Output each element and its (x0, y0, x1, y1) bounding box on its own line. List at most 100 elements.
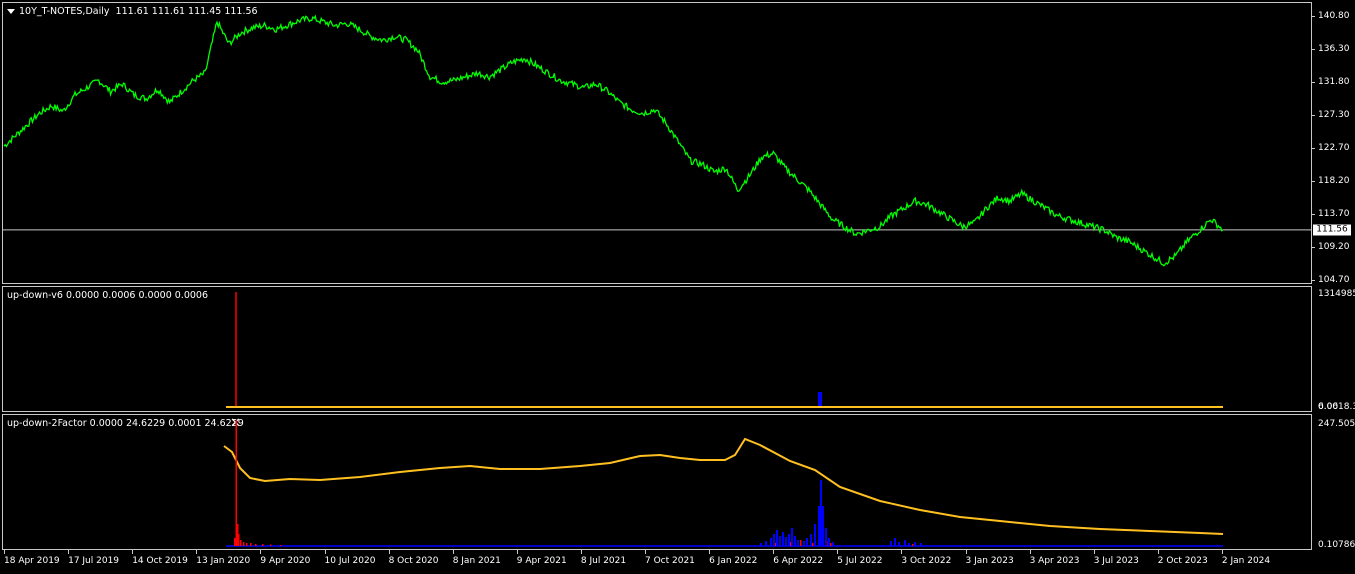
x-tick-mark (68, 550, 70, 554)
x-tick-mark (132, 550, 134, 554)
x-tick-mark (452, 550, 454, 554)
histogram-bar (818, 506, 820, 546)
x-tick-label: 3 Jul 2023 (1093, 556, 1139, 566)
y-tick-mark (1311, 148, 1315, 149)
y-tick-mark (1311, 115, 1315, 116)
x-tick-label: 14 Oct 2019 (132, 556, 188, 566)
x-tick-label: 3 Oct 2022 (901, 556, 952, 566)
y-tick-label: 136.30 (1318, 44, 1350, 54)
x-tick-mark (901, 550, 903, 554)
y-tick-label: 118.20 (1318, 176, 1350, 186)
x-tick-mark (388, 550, 390, 554)
x-tick-mark (580, 550, 582, 554)
x-tick-label: 17 Jul 2019 (68, 556, 120, 566)
price-series-line (3, 14, 1224, 267)
x-tick-mark (1221, 550, 1223, 554)
histogram-bar (830, 543, 832, 546)
ind2-orange-line (223, 437, 1224, 535)
histogram-bar (810, 534, 812, 546)
ind2-blue-histogram (760, 480, 922, 546)
histogram-bar (240, 540, 242, 546)
x-tick-mark (324, 550, 326, 554)
x-tick-mark (1157, 550, 1159, 554)
x-tick-mark (4, 550, 5, 554)
ind2-y-top: 247.5051 (1318, 419, 1355, 429)
histogram-bar (822, 506, 824, 546)
histogram-bar (270, 544, 272, 546)
histogram-bar (898, 542, 900, 546)
ind1-blue-bar (818, 392, 822, 408)
histogram-bar (782, 532, 784, 546)
histogram-bar (235, 420, 237, 546)
histogram-bar (803, 541, 805, 546)
histogram-bar (800, 540, 802, 546)
x-tick-label: 8 Jan 2021 (452, 556, 501, 566)
y-tick-label: 113.70 (1318, 209, 1350, 219)
y-tick-mark (1311, 247, 1315, 248)
histogram-bar (776, 530, 778, 546)
histogram-bar (760, 543, 762, 546)
x-tick-mark (1093, 550, 1095, 554)
histogram-bar (812, 543, 814, 546)
histogram-bar (791, 528, 793, 546)
histogram-bar (779, 536, 781, 546)
histogram-bar (912, 544, 914, 546)
histogram-bar (765, 541, 767, 546)
x-tick-label: 5 Jul 2022 (837, 556, 883, 566)
y-tick-label: 122.70 (1318, 143, 1350, 153)
x-tick-label: 18 Apr 2019 (4, 556, 60, 566)
y-tick-label: 109.20 (1318, 242, 1350, 252)
x-tick-label: 10 Jul 2020 (324, 556, 376, 566)
x-tick-mark (965, 550, 967, 554)
x-tick-mark (837, 550, 839, 554)
histogram-bar (825, 528, 827, 546)
x-tick-mark (260, 550, 262, 554)
ind1-y-bottom-b: 0.00 (1318, 402, 1339, 412)
histogram-bar (920, 543, 922, 546)
y-tick-label: 127.30 (1318, 110, 1350, 120)
x-tick-mark (709, 550, 711, 554)
x-tick-label: 6 Jan 2022 (709, 556, 758, 566)
histogram-bar (806, 538, 808, 546)
histogram-bar (832, 542, 834, 546)
ind2-y-bottom: 0.10786 (1318, 540, 1355, 550)
histogram-bar (262, 544, 264, 546)
y-tick-mark (1311, 181, 1315, 182)
histogram-bar (280, 545, 282, 546)
x-tick-label: 9 Apr 2021 (516, 556, 567, 566)
chart-plot-svg (3, 14, 1311, 547)
x-tick-mark (516, 550, 518, 554)
x-tick-mark (645, 550, 646, 554)
y-tick-mark (1311, 214, 1315, 215)
histogram-bar (797, 540, 799, 546)
y-tick-mark (1311, 49, 1315, 50)
x-tick-label: 2 Jan 2024 (1221, 556, 1271, 566)
histogram-bar (908, 543, 910, 546)
y-tick-mark (1311, 82, 1315, 83)
histogram-bar (890, 541, 892, 546)
histogram-bar (250, 543, 252, 546)
histogram-bar (788, 534, 790, 546)
x-tick-mark (1029, 550, 1031, 554)
y-tick-mark (1311, 280, 1315, 281)
x-tick-label: 7 Oct 2021 (645, 556, 695, 566)
x-tick-label: 2 Oct 2023 (1157, 556, 1208, 566)
y-tick-label: 140.80 (1318, 11, 1350, 21)
x-tick-label: 8 Jul 2021 (580, 556, 627, 566)
ind1-y-top: 1314985. (1318, 289, 1355, 299)
histogram-bar (785, 537, 787, 546)
histogram-bar (770, 538, 772, 546)
histogram-bar (234, 538, 236, 546)
x-tick-mark (773, 550, 775, 554)
histogram-bar (828, 538, 830, 546)
histogram-bar (238, 534, 240, 546)
y-tick-label: 131.80 (1318, 77, 1350, 87)
x-tick-label: 9 Apr 2020 (260, 556, 311, 566)
histogram-bar (773, 534, 775, 546)
x-tick-mark (196, 550, 198, 554)
histogram-bar (246, 543, 248, 546)
histogram-bar (820, 480, 822, 546)
x-tick-label: 13 Jan 2020 (196, 556, 251, 566)
histogram-bar (814, 524, 816, 546)
current-price-tag: 111.56 (1313, 224, 1351, 236)
